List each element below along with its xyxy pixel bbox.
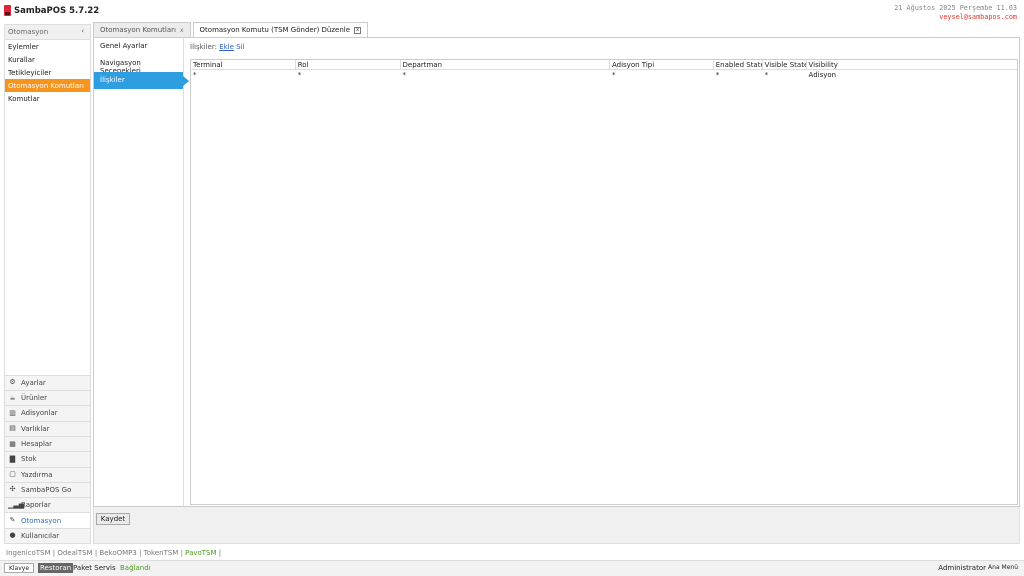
module-label: Otomasyon	[21, 516, 62, 525]
module-stok[interactable]: ▇ Stok	[5, 451, 90, 467]
sidebar-item-komutlar[interactable]: Komutlar	[5, 92, 90, 105]
remove-link[interactable]: Sil	[236, 43, 244, 51]
grid-header: Terminal Rol Departman Adisyon Tipi Enab…	[191, 60, 1017, 70]
integration-bar: IngenicoTSM | OdealTSM | BekoOMP3 | Toke…	[6, 549, 222, 557]
chart-icon: ▁▃▅	[8, 500, 25, 509]
module-adisyonlar[interactable]: ▥ Adisyonlar	[5, 405, 90, 421]
tab-bar: Otomasyon Komutları x Otomasyon Komutu (…	[93, 22, 370, 37]
connection-status: Bağlandı	[120, 564, 151, 572]
module-raporlar[interactable]: ▁▃▅ Raporlar	[5, 497, 90, 513]
cell-enabled-states[interactable]: *	[714, 70, 763, 80]
main-menu-button[interactable]: Ana Menü	[988, 564, 1018, 571]
relations-section: İlişkiler: Ekle Sil Terminal Rol Departm…	[190, 43, 1018, 505]
tickets-icon: ▥	[9, 408, 16, 417]
product-icon: ☕	[9, 393, 16, 402]
user-icon: ●	[9, 531, 16, 540]
integration-token[interactable]: TokenTSM	[144, 549, 179, 557]
column-enabled-states[interactable]: Enabled States	[714, 60, 763, 69]
column-rol[interactable]: Rol	[296, 60, 401, 69]
cell-rol[interactable]: *	[296, 70, 401, 80]
module-label: Kullanıcılar	[21, 531, 60, 540]
keyboard-button[interactable]: Klavye	[4, 563, 34, 573]
module-label: Raporlar	[21, 501, 51, 510]
integration-pavo[interactable]: PavoTSM	[185, 549, 216, 557]
department-paket-servis[interactable]: Paket Servis	[73, 564, 116, 572]
app-logo: SambaPOS 5.7.22	[4, 5, 99, 16]
module-label: Varlıklar	[21, 424, 50, 433]
sidebar-item-kurallar[interactable]: Kurallar	[5, 53, 90, 66]
section-navigasyon[interactable]: Navigasyon Seçenekleri	[94, 55, 183, 75]
module-label: Adisyonlar	[21, 409, 58, 418]
sidebar-heading-label: Otomasyon	[8, 28, 49, 36]
close-icon[interactable]: x	[354, 26, 362, 34]
sidebar: Otomasyon ‹ Eylemler Kurallar Tetikleyic…	[4, 24, 91, 544]
column-visibility[interactable]: Visibility	[807, 60, 1017, 69]
cell-visibility[interactable]: Adisyon	[807, 70, 1017, 80]
column-terminal[interactable]: Terminal	[191, 60, 296, 69]
module-label: Ayarlar	[21, 378, 46, 387]
cell-visible-states[interactable]: *	[763, 70, 807, 80]
module-ayarlar[interactable]: ⚙ Ayarlar	[5, 374, 90, 391]
header-datetime: 21 Ağustos 2025 Perşembe 11.03	[894, 4, 1017, 12]
calculator-icon: ▦	[9, 439, 16, 448]
module-list: ⚙ Ayarlar ☕ Ürünler ▥ Adisyonlar ▤ Varlıklar…	[5, 374, 90, 543]
tab-komut-duzenle[interactable]: Otomasyon Komutu (TSM Gönder) Düzenle x	[192, 22, 369, 37]
cell-departman[interactable]: *	[401, 70, 610, 80]
column-departman[interactable]: Departman	[401, 60, 610, 69]
module-label: SambaPOS Go	[21, 485, 72, 494]
relations-label: İlişkiler:	[190, 43, 217, 51]
module-sambapos-go[interactable]: ✣ SambaPOS Go	[5, 481, 90, 498]
module-label: Yazdırma	[21, 470, 53, 479]
table-row[interactable]: * * * * * * Adisyon	[191, 70, 1017, 80]
tab-otomasyon-komutlari[interactable]: Otomasyon Komutları x	[93, 22, 191, 37]
relations-grid: Terminal Rol Departman Adisyon Tipi Enab…	[190, 59, 1018, 505]
sidebar-item-tetikleyiciler[interactable]: Tetikleyiciler	[5, 66, 90, 79]
department-restoran[interactable]: Restoran	[38, 563, 74, 573]
close-icon[interactable]: x	[180, 27, 184, 34]
chevron-left-icon[interactable]: ‹	[81, 27, 84, 35]
module-label: Ürünler	[21, 394, 48, 403]
module-kullanicilar[interactable]: ● Kullanıcılar	[5, 527, 90, 543]
save-bar: Kaydet	[93, 507, 1020, 544]
header-email: veysel@sambapos.com	[939, 13, 1017, 21]
module-label: Hesaplar	[21, 440, 53, 449]
cell-terminal[interactable]: *	[191, 70, 296, 80]
printer-icon: ▢	[9, 470, 16, 479]
module-yazdirma[interactable]: ▢ Yazdırma	[5, 466, 90, 482]
tab-label: Otomasyon Komutları	[100, 26, 176, 34]
column-adisyon-tipi[interactable]: Adisyon Tipi	[610, 60, 714, 69]
module-hesaplar[interactable]: ▦ Hesaplar	[5, 435, 90, 452]
section-iliskiler[interactable]: İlişkiler	[94, 72, 189, 89]
module-varliklar[interactable]: ▤ Varlıklar	[5, 420, 90, 436]
module-label: Stok	[21, 455, 37, 464]
stock-icon: ▇	[9, 454, 16, 463]
go-icon: ✣	[9, 485, 16, 494]
module-urunler[interactable]: ☕ Ürünler	[5, 390, 90, 406]
integration-odeal[interactable]: OdealTSM	[57, 549, 92, 557]
app-title: SambaPOS 5.7.22	[14, 5, 100, 16]
automation-icon: ✎	[9, 516, 16, 525]
cell-adisyon-tipi[interactable]: *	[610, 70, 714, 80]
integration-ingenico[interactable]: IngenicoTSM	[6, 549, 51, 557]
sidebar-heading[interactable]: Otomasyon ‹	[5, 25, 90, 40]
column-visible-states[interactable]: Visible States	[763, 60, 807, 69]
gear-icon: ⚙	[9, 378, 16, 387]
relations-toolbar: İlişkiler: Ekle Sil	[190, 43, 1014, 54]
section-nav: Genel Ayarlar Navigasyon Seçenekleri İli…	[94, 38, 189, 506]
entities-icon: ▤	[9, 424, 16, 433]
sidebar-item-otomasyon-komutlari[interactable]: Otomasyon Komutları	[5, 79, 90, 92]
current-user: Administrator	[938, 564, 986, 572]
add-link[interactable]: Ekle	[219, 43, 234, 51]
tab-label: Otomasyon Komutu (TSM Gönder) Düzenle	[199, 26, 351, 34]
editor-panel: Genel Ayarlar Navigasyon Seçenekleri İli…	[93, 37, 1020, 507]
section-genel-ayarlar[interactable]: Genel Ayarlar	[94, 38, 183, 55]
sidebar-item-eylemler[interactable]: Eylemler	[5, 40, 90, 53]
sambapos-logo-icon	[4, 5, 11, 16]
save-button[interactable]: Kaydet	[96, 513, 130, 525]
module-otomasyon[interactable]: ✎ Otomasyon	[5, 512, 90, 528]
integration-beko[interactable]: BekoOMP3	[99, 549, 136, 557]
status-bar: Klavye Restoran Paket Servis Bağlandı Ad…	[0, 560, 1024, 576]
top-bar: SambaPOS 5.7.22 21 Ağustos 2025 Perşembe…	[0, 0, 1024, 22]
